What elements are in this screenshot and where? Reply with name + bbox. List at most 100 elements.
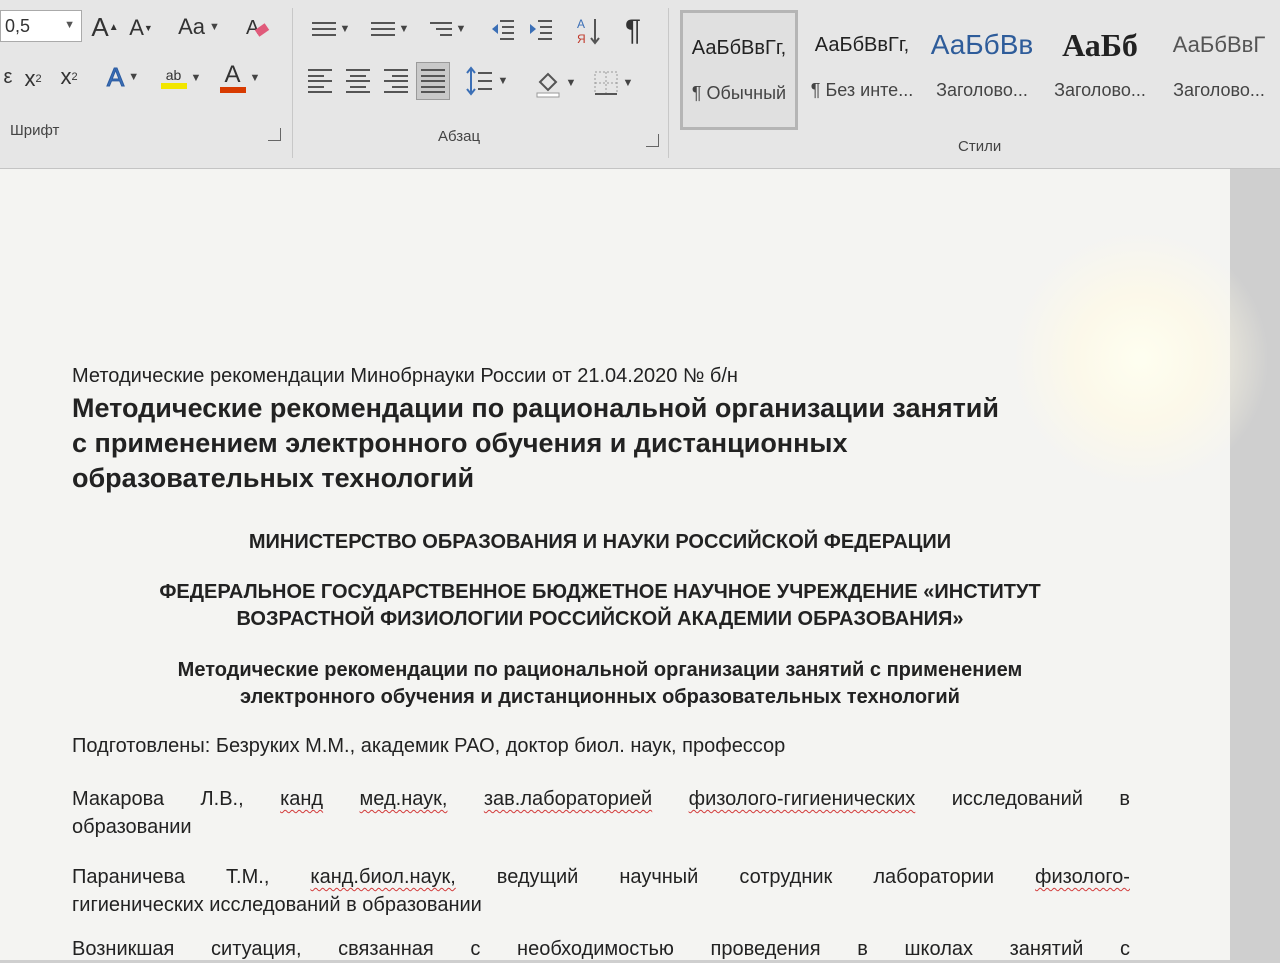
word: проведения (710, 938, 821, 960)
highlight-label: ab (165, 67, 182, 83)
word: ведущий (496, 866, 579, 888)
font-color-button[interactable]: A ▼ (214, 60, 266, 96)
word-misspelled: канд (280, 788, 324, 810)
body-paragraph: Возникшая ситуация, связанная с необходи… (72, 935, 1130, 963)
increase-indent-icon (530, 20, 552, 40)
style-name: Заголово... (1054, 80, 1146, 100)
align-center-button[interactable] (344, 66, 372, 96)
style-sample: АаБбВвГг, (691, 36, 787, 59)
borders-button[interactable]: ▼ (588, 66, 638, 100)
justify-icon (421, 69, 445, 93)
ministry-heading: МИНИСТЕРСТВО ОБРАЗОВАНИЯ И НАУКИ РОССИЙС… (248, 531, 952, 553)
title-line: образовательных технологий (72, 463, 475, 493)
style-no-spacing[interactable]: АаБбВвГг, ¶ Без инте... (806, 10, 918, 130)
align-center-icon (346, 69, 370, 93)
increase-indent-button[interactable] (526, 14, 556, 44)
word: Макарова (72, 788, 165, 810)
shrink-font-button[interactable]: A ▼ (128, 14, 154, 42)
borders-icon (594, 71, 618, 95)
screen-glare (1010, 229, 1270, 489)
title-line: с применением электронного обучения и ди… (72, 428, 848, 458)
align-left-icon (308, 69, 332, 93)
paragraph-group-label: Абзац (438, 128, 481, 145)
word: занятий (1009, 938, 1084, 960)
institute-heading: ФЕДЕРАЛЬНОЕ ГОСУДАРСТВЕННОЕ БЮДЖЕТНОЕ НА… (70, 579, 1130, 633)
multilevel-list-button[interactable]: ▼ (424, 14, 472, 44)
text-effects-icon: A (106, 61, 125, 92)
numbered-list-icon (370, 18, 395, 40)
font-size-box[interactable]: 0,5 ▼ (0, 10, 82, 42)
word: Т.М., (226, 866, 270, 888)
paragraph-line: Параничева Т.М., канд.биол.наук, ведущий… (72, 863, 1130, 891)
subscript-button[interactable]: x2 (18, 64, 48, 94)
word: ситуация, (211, 938, 302, 960)
heading-line: электронного обучения и дистанционных об… (240, 686, 960, 708)
sort-button[interactable]: АЯ (574, 14, 604, 48)
word: с (470, 938, 481, 960)
word: связанная (338, 938, 434, 960)
numbering-button[interactable]: ▼ (364, 14, 416, 44)
style-heading-2[interactable]: АаБб Заголово... (1046, 10, 1154, 130)
style-heading-3[interactable]: АаБбВвГ Заголово... (1164, 10, 1274, 130)
bullets-button[interactable]: ▼ (306, 14, 356, 44)
word: лаборатории (873, 866, 995, 888)
line-spacing-icon (465, 66, 492, 96)
word-misspelled: физолого- (1035, 866, 1130, 888)
styles-group-label: Стили (958, 138, 1002, 155)
paragraph-dialog-launcher-icon[interactable] (646, 134, 659, 147)
bullet-list-icon (311, 18, 336, 40)
font-color-bar (219, 87, 246, 93)
strikethrough-button[interactable]: ε (0, 62, 16, 92)
highlight-button[interactable]: ab ▼ (154, 60, 208, 96)
word: Параничева (72, 866, 186, 888)
style-normal[interactable]: АаБбВвГг, ¶ Обычный (680, 10, 798, 130)
align-right-button[interactable] (382, 66, 410, 96)
sort-icon: АЯ (577, 17, 600, 46)
pilcrow-icon: ¶ (624, 14, 642, 47)
document-subtitle: Методические рекомендации Минобрнауки Ро… (72, 365, 738, 387)
font-dialog-launcher-icon[interactable] (268, 128, 281, 141)
align-left-button[interactable] (306, 66, 334, 96)
paragraph-line: Макарова Л.В., канд мед.наук, зав.лабора… (72, 785, 1130, 813)
heading-line: Методические рекомендации по рационально… (177, 659, 1023, 681)
styles-gallery: АаБбВвГг, ¶ Обычный АаБбВвГг, ¶ Без инте… (680, 10, 1280, 130)
word: сотрудник (739, 866, 833, 888)
word: Л.В., (200, 788, 244, 810)
style-name: ¶ Обычный (691, 83, 787, 103)
eraser-icon: A (246, 17, 270, 39)
word: с (1119, 938, 1130, 960)
paragraph-line: образовании (72, 816, 192, 838)
institute-line: ФЕДЕРАЛЬНОЕ ГОСУДАРСТВЕННОЕ БЮДЖЕТНОЕ НА… (159, 581, 1041, 603)
style-sample: АаБбВвГг, (814, 33, 910, 56)
shading-button[interactable]: ▼ (530, 66, 580, 100)
divider (292, 8, 293, 158)
grow-font-button[interactable]: A ▲ (91, 12, 118, 42)
decrease-indent-button[interactable] (488, 14, 518, 44)
word: в (857, 938, 868, 960)
prepared-by: Подготовлены: Безруких М.М., академик РА… (72, 735, 786, 757)
word-misspelled: зав.лабораторией (483, 788, 653, 810)
decrease-indent-icon (492, 20, 514, 40)
superscript-button[interactable]: x2 (54, 62, 84, 92)
multilevel-list-icon (429, 18, 452, 40)
font-group-label: Шрифт (10, 122, 60, 139)
justify-button[interactable] (416, 62, 450, 100)
svg-text:Я: Я (577, 32, 586, 46)
style-name: Заголово... (1173, 80, 1265, 100)
style-name: ¶ Без инте... (810, 80, 914, 100)
align-right-icon (384, 69, 408, 93)
clear-formatting-button[interactable]: A (242, 12, 272, 42)
word: научный (619, 866, 699, 888)
text-effects-button[interactable]: A ▼ (100, 61, 146, 92)
word-misspelled: физолого-гигиенических (688, 788, 916, 810)
chevron-down-icon: ▼ (64, 19, 75, 31)
divider (668, 8, 669, 158)
style-name: Заголово... (936, 80, 1028, 100)
style-heading-1[interactable]: АаБбВв Заголово... (928, 10, 1036, 130)
paragraph-line: гигиенических исследований в образовании (72, 894, 482, 916)
change-case-button[interactable]: Aa ▼ (174, 12, 224, 42)
document-page[interactable]: Методические рекомендации Минобрнауки Ро… (0, 169, 1270, 963)
line-spacing-button[interactable]: ▼ (462, 64, 512, 98)
ribbon: 0,5 ▼ A ▲ A ▼ Aa ▼ A ε x2 x2 A ▼ ab ▼ A ▼ Шр… (0, 0, 1280, 169)
show-marks-button[interactable]: ¶ (618, 14, 648, 48)
